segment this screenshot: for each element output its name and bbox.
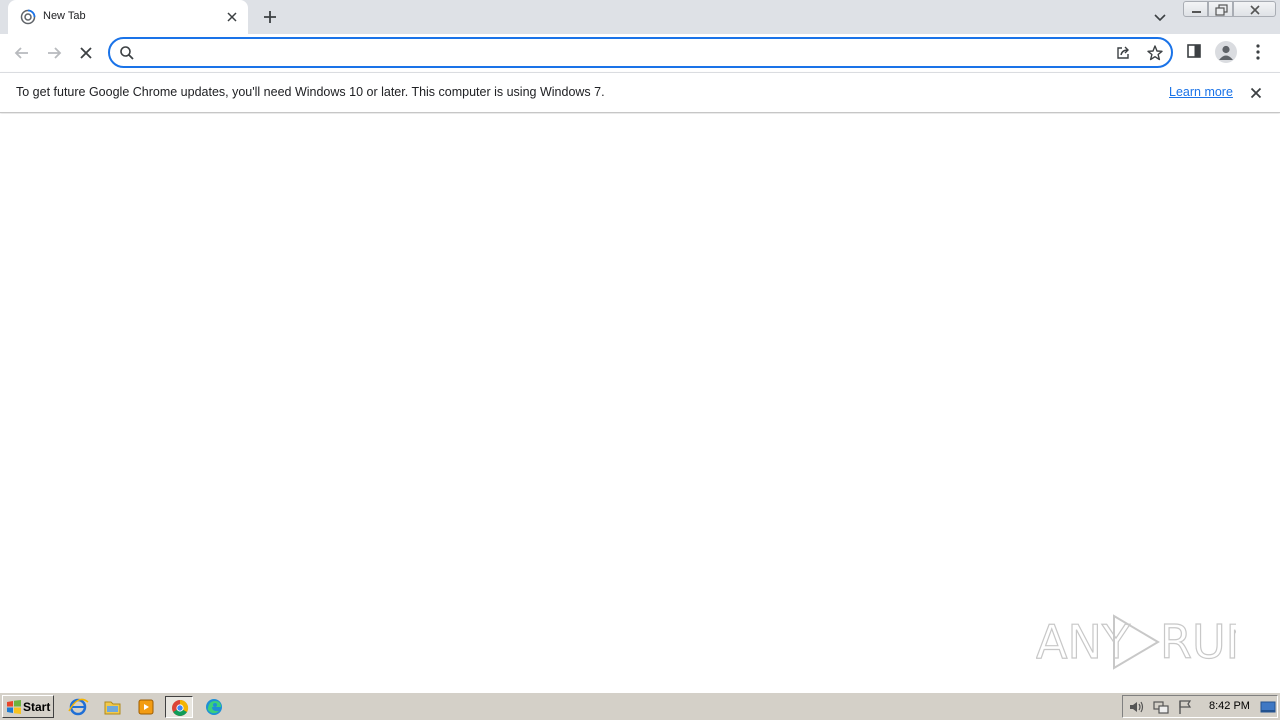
window-minimize-button[interactable] — [1183, 1, 1208, 17]
media-player-icon — [138, 699, 154, 715]
restore-icon — [1215, 4, 1228, 16]
window-close-button[interactable] — [1233, 1, 1276, 17]
svg-text:ANY: ANY — [1036, 615, 1131, 669]
internet-explorer-icon — [68, 698, 89, 716]
windows-logo-icon — [7, 700, 21, 714]
back-arrow-icon[interactable] — [11, 42, 33, 64]
learn-more-link[interactable]: Learn more — [1169, 85, 1233, 99]
infobar-message: To get future Google Chrome updates, you… — [16, 85, 605, 99]
windows-taskbar: Start 8:42 PM — [0, 692, 1280, 720]
bookmark-star-icon[interactable] — [1146, 44, 1164, 62]
address-bar[interactable] — [108, 37, 1173, 68]
side-panel-icon[interactable] — [1186, 43, 1202, 59]
show-desktop-icon[interactable] — [1259, 699, 1277, 715]
stop-loading-icon[interactable] — [75, 42, 97, 64]
browser-toolbar — [0, 34, 1280, 72]
taskbar-clock[interactable]: 8:42 PM — [1209, 700, 1250, 712]
person-icon — [1219, 45, 1233, 60]
start-button[interactable]: Start — [2, 695, 54, 718]
file-explorer-icon — [104, 701, 121, 715]
edge-taskbar-button[interactable] — [200, 696, 228, 718]
close-infobar-icon[interactable] — [1248, 85, 1264, 101]
window-restore-button[interactable] — [1208, 1, 1233, 17]
file-explorer-taskbar-button[interactable] — [98, 696, 126, 718]
tab-title: New Tab — [43, 10, 86, 22]
svg-text:RUN: RUN — [1160, 615, 1236, 669]
windows-support-infobar: To get future Google Chrome updates, you… — [0, 72, 1280, 113]
volume-icon[interactable] — [1128, 699, 1146, 715]
address-input[interactable] — [142, 42, 1102, 63]
tab-strip: New Tab — [0, 0, 1280, 34]
tab-new-tab[interactable]: New Tab — [8, 0, 248, 34]
new-tab-plus-icon[interactable] — [260, 7, 280, 27]
forward-arrow-icon[interactable] — [43, 42, 65, 64]
share-icon[interactable] — [1115, 45, 1131, 61]
close-tab-icon[interactable] — [224, 9, 240, 25]
network-icon[interactable] — [1152, 699, 1170, 715]
media-player-taskbar-button[interactable] — [132, 696, 160, 718]
loading-favicon-icon — [20, 9, 36, 25]
close-icon — [1250, 5, 1260, 15]
more-vertical-menu-icon[interactable] — [1250, 42, 1266, 62]
edge-icon — [206, 699, 222, 715]
profile-avatar[interactable] — [1215, 41, 1237, 63]
search-icon — [120, 46, 134, 60]
minimize-icon — [1192, 11, 1201, 13]
action-center-flag-icon[interactable] — [1176, 699, 1194, 715]
chrome-icon — [172, 699, 189, 716]
tab-search-chevron-down-icon[interactable] — [1152, 9, 1168, 25]
chrome-taskbar-button[interactable] — [165, 696, 193, 718]
anyrun-watermark-logo: ANY RUN — [1036, 614, 1236, 670]
start-label: Start — [23, 700, 51, 714]
internet-explorer-taskbar-button[interactable] — [64, 696, 92, 718]
system-tray: 8:42 PM — [1122, 695, 1278, 718]
